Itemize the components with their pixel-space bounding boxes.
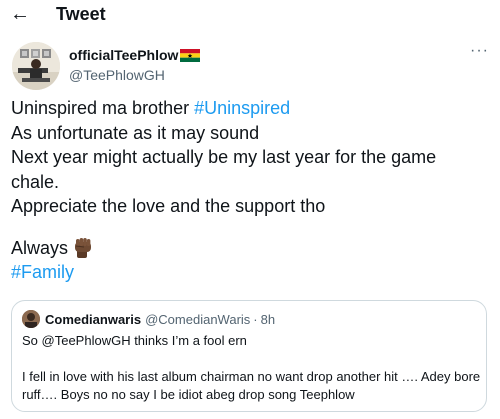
- quoted-timestamp[interactable]: 8h: [261, 312, 275, 327]
- separator-dot: ·: [253, 311, 258, 327]
- tweet-line: Next year might actually be my last year…: [11, 147, 437, 167]
- tweet-line: Appreciate the love and the support tho: [11, 196, 326, 216]
- hashtag-link[interactable]: #Uninspired: [194, 98, 290, 118]
- tweet-line: chale.: [11, 171, 60, 192]
- quoted-line: [22, 350, 478, 368]
- raised-fist-icon: [72, 236, 94, 258]
- line-break: [11, 219, 491, 236]
- always-text: Always: [11, 237, 69, 258]
- author-handle[interactable]: @TeePhlowGH: [69, 66, 165, 84]
- quoted-tweet-text: So @TeePhlowGH thinks I’m a fool ern I f…: [22, 332, 481, 404]
- tweet-line: As unfortunate as it may sound: [11, 122, 260, 143]
- avatar[interactable]: [12, 42, 60, 90]
- tweet-text: Uninspired ma brother #Uninspired As unf…: [11, 96, 491, 285]
- quoted-avatar[interactable]: [22, 310, 40, 328]
- author-name-row[interactable]: officialTeePhlow: [69, 46, 201, 64]
- author-display-name[interactable]: officialTeePhlow: [69, 46, 178, 64]
- page-title: Tweet: [56, 4, 106, 24]
- hashtag-link[interactable]: #Family: [11, 262, 74, 282]
- quoted-line: So @TeePhlowGH thinks I’m a fool ern: [22, 333, 247, 348]
- quoted-display-name[interactable]: Comedianwaris: [45, 312, 141, 327]
- quoted-line: I fell in love with his last album chair…: [22, 369, 481, 384]
- quoted-tweet-header: Comedianwaris @ComedianWaris · 8h: [22, 310, 275, 328]
- ghana-flag-icon: [180, 48, 201, 62]
- tweet-line-text: Uninspired ma brother: [11, 98, 195, 118]
- ellipsis-icon[interactable]: ···: [470, 42, 489, 60]
- tweet-line: #Family: [11, 260, 491, 285]
- arrow-left-icon[interactable]: ←: [10, 4, 30, 24]
- quoted-tweet[interactable]: Comedianwaris @ComedianWaris · 8h So @Te…: [11, 300, 487, 412]
- tweet-line: Uninspired ma brother #Uninspired: [11, 96, 491, 121]
- quoted-handle[interactable]: @ComedianWaris: [145, 312, 250, 327]
- quoted-line: ruff…. Boys no no say I be idiot abeg dr…: [22, 387, 355, 402]
- tweet-header: ← Tweet: [0, 0, 500, 30]
- tweet-line: Always: [11, 236, 491, 261]
